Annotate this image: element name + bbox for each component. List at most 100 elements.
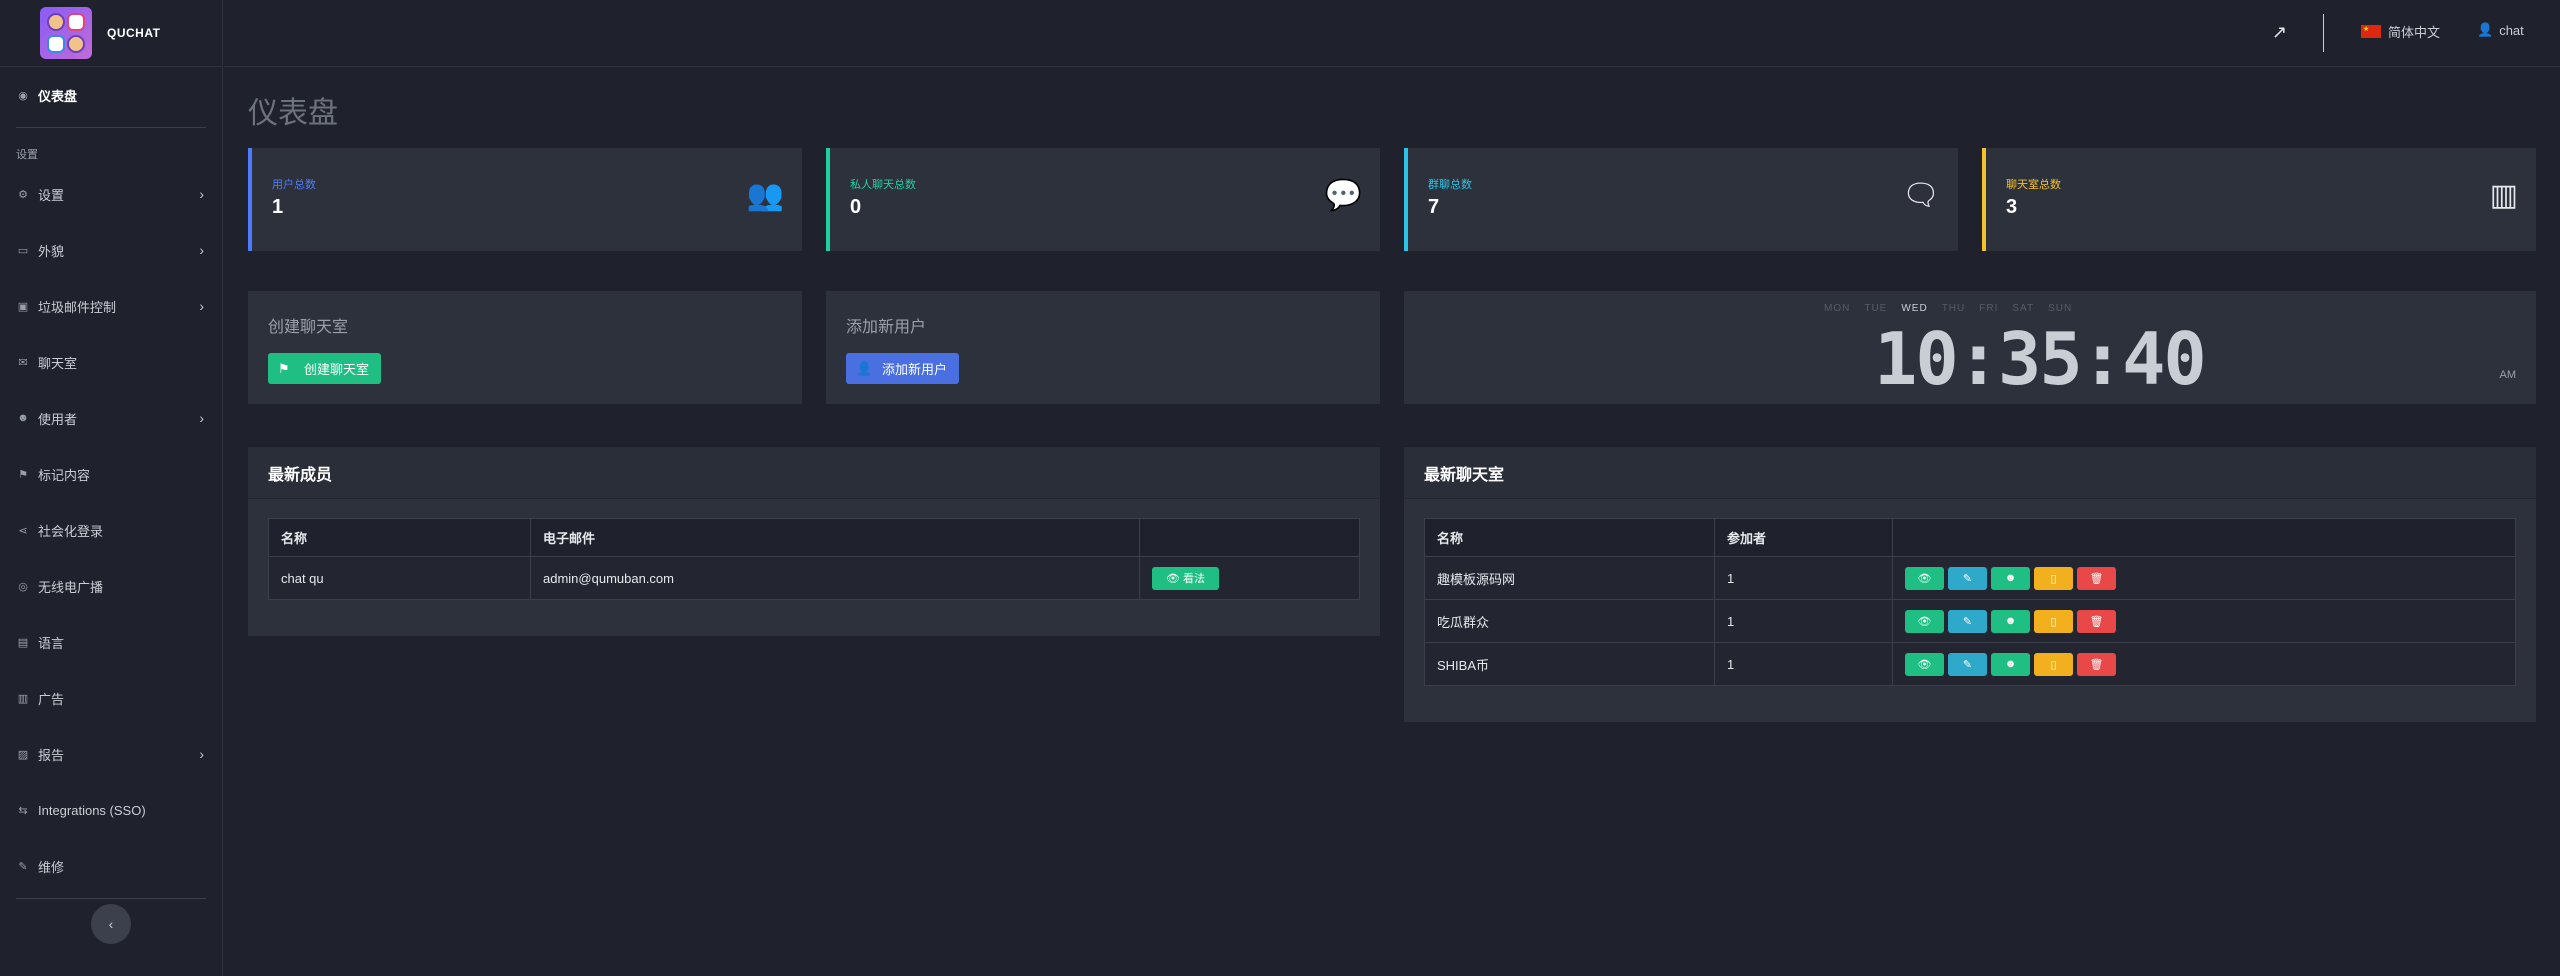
sidebar-item-wrench[interactable]: ✎ 维修 xyxy=(0,838,222,894)
clock-day: WED xyxy=(1901,303,1928,314)
user-icon: 👤 xyxy=(856,361,873,376)
edit-room-button[interactable]: ✎ xyxy=(1948,566,1987,590)
sidebar-item-users[interactable]: ☻ 使用者 › xyxy=(0,390,222,446)
create-room-button[interactable]: ⚑ 创建聊天室 xyxy=(268,353,382,384)
chevron-right-icon: › xyxy=(199,298,204,314)
sidebar-item-share[interactable]: ⋖ 社会化登录 xyxy=(0,502,222,558)
sidebar-item-integrations[interactable]: ⇆ Integrations (SSO) xyxy=(0,782,222,838)
shield-icon: ▣ xyxy=(17,300,29,313)
view-room-button[interactable]: 👁 xyxy=(1905,609,1944,633)
delete-room-button[interactable]: 🗑 xyxy=(2077,566,2116,590)
create-room-button-label: 创建聊天室 xyxy=(304,362,370,377)
room-name: SHIBA币 xyxy=(1424,642,1715,686)
table-row: chat qu admin@qumuban.com 👁 看法 xyxy=(268,556,1360,600)
sidebar-item-language[interactable]: ▤ 语言 xyxy=(0,614,222,670)
edit-room-button[interactable]: ✎ xyxy=(1948,652,1987,676)
room-name: 趣模板源码网 xyxy=(1424,556,1715,600)
user-menu[interactable]: 👤 chat xyxy=(2477,22,2524,38)
sidebar-item-shield[interactable]: ▣ 垃圾邮件控制 › xyxy=(0,278,222,334)
clock-day: SUN xyxy=(2048,303,2073,314)
appearance-icon: ▭ xyxy=(17,244,29,257)
table-row: 吃瓜群众 1 👁 ✎ ☻ ▯ 🗑 xyxy=(1424,599,2516,643)
add-user-card: 添加新用户 👤 添加新用户 xyxy=(826,291,1380,404)
room-users-button[interactable]: ☻ xyxy=(1991,566,2030,590)
sidebar-item-gear[interactable]: ⚙ 设置 › xyxy=(0,166,222,222)
chat-icon: ✉ xyxy=(18,356,28,369)
clear-room-button[interactable]: ▯ xyxy=(2034,566,2073,590)
room-participants: 1 xyxy=(1714,556,1893,600)
chevron-right-icon: › xyxy=(199,746,204,762)
stat-label: 私人聊天总数 xyxy=(850,179,916,191)
brand-name: QUCHAT xyxy=(107,26,161,40)
sidebar: QUCHAT ◉ 仪表盘 设置 ⚙ 设置 › ▭ 外貌 › ▣ 垃圾邮件控制 › ✉ 聊天室 ☻ 使用者 › ⚑ 标… xyxy=(0,0,223,976)
stat-value: 0 xyxy=(850,196,862,218)
comment-icon: 💬 xyxy=(1324,179,1362,212)
sidebar-item-label: 无线电广播 xyxy=(38,579,104,595)
table-row: 趣模板源码网 1 👁 ✎ ☻ ▯ 🗑 xyxy=(1424,556,2516,600)
chart-icon: ▨ xyxy=(17,748,29,761)
add-user-title: 添加新用户 xyxy=(846,319,927,336)
stat-card-private-chats: 私人聊天总数 0 💬 xyxy=(826,148,1380,251)
sidebar-item-chat[interactable]: ✉ 聊天室 xyxy=(0,334,222,390)
delete-room-button[interactable]: 🗑 xyxy=(2077,652,2116,676)
clear-room-button[interactable]: ▯ xyxy=(2034,652,2073,676)
sidebar-item-label: Integrations (SSO) xyxy=(38,802,146,818)
delete-room-button[interactable]: 🗑 xyxy=(2077,609,2116,633)
sidebar-item-label: 外貌 xyxy=(38,243,65,259)
stat-label: 用户总数 xyxy=(272,179,316,191)
sidebar-item-label: 广告 xyxy=(38,691,65,707)
member-name: chat qu xyxy=(268,556,531,600)
flag-icon: ⚑ xyxy=(278,361,290,376)
stat-value: 1 xyxy=(272,196,284,218)
user-icon: 👤 xyxy=(2477,22,2494,37)
sidebar-item-label: 报告 xyxy=(38,747,65,763)
external-link-icon[interactable]: ↗ xyxy=(2272,22,2287,43)
view-room-button[interactable]: 👁 xyxy=(1905,652,1944,676)
edit-room-button[interactable]: ✎ xyxy=(1948,609,1987,633)
sidebar-item-ad[interactable]: ▥ 广告 xyxy=(0,670,222,726)
clear-room-button[interactable]: ▯ xyxy=(2034,609,2073,633)
clock-day: MON xyxy=(1824,303,1851,314)
collapse-sidebar-button[interactable]: ‹ xyxy=(91,904,131,944)
nav-section-label: 设置 xyxy=(16,149,38,161)
flag-icon: ⚑ xyxy=(18,468,28,481)
sidebar-item-label: 标记内容 xyxy=(38,467,91,483)
chevron-left-icon: ‹ xyxy=(108,916,114,932)
room-users-button[interactable]: ☻ xyxy=(1991,609,2030,633)
nav-divider xyxy=(16,898,206,899)
create-room-card: 创建聊天室 ⚑ 创建聊天室 xyxy=(248,291,802,404)
integrations-icon: ⇆ xyxy=(18,804,28,817)
sidebar-nav: ◉ 仪表盘 设置 ⚙ 设置 › ▭ 外貌 › ▣ 垃圾邮件控制 › ✉ 聊天室 ☻ 使用者 › ⚑ 标记内容 ⋖ 社会化… xyxy=(0,67,222,903)
member-actions: 👁 看法 xyxy=(1139,556,1360,600)
dashboard-icon: ◉ xyxy=(18,89,28,102)
latest-members-title: 最新成员 xyxy=(248,447,1380,499)
language-switcher[interactable]: 简体中文 xyxy=(2361,22,2440,41)
brand[interactable]: QUCHAT xyxy=(0,0,222,67)
sidebar-item-appearance[interactable]: ▭ 外貌 › xyxy=(0,222,222,278)
sidebar-item-label: 语言 xyxy=(38,635,65,651)
sidebar-item-flag[interactable]: ⚑ 标记内容 xyxy=(0,446,222,502)
sidebar-item-label: 聊天室 xyxy=(38,355,78,371)
stat-label: 群聊总数 xyxy=(1428,179,1472,191)
chevron-right-icon: › xyxy=(199,186,204,202)
sidebar-item-chart[interactable]: ▨ 报告 › xyxy=(0,726,222,782)
sidebar-item-dashboard[interactable]: ◉ 仪表盘 xyxy=(0,67,222,123)
eraser-icon: ▯ xyxy=(2050,615,2057,628)
comments-icon: 🗨 xyxy=(1901,179,1940,212)
member-email: admin@qumuban.com xyxy=(530,556,1140,600)
sidebar-item-radio[interactable]: ◎ 无线电广播 xyxy=(0,558,222,614)
eye-icon: 👁 xyxy=(1917,572,1932,585)
latest-members-panel: 最新成员 名称 电子邮件 chat qu admin@qumuban.com 👁… xyxy=(248,447,1380,636)
eye-icon: 👁 xyxy=(1166,572,1180,585)
add-user-button[interactable]: 👤 添加新用户 xyxy=(846,353,960,384)
view-member-button[interactable]: 👁 看法 xyxy=(1152,566,1219,590)
room-participants: 1 xyxy=(1714,642,1893,686)
users-icon: 👥 xyxy=(746,179,784,212)
clock-ampm: AM xyxy=(2499,369,2517,381)
column-header: 名称 xyxy=(268,518,531,557)
room-users-button[interactable]: ☻ xyxy=(1991,652,2030,676)
column-header: 电子邮件 xyxy=(530,518,1140,557)
view-room-button[interactable]: 👁 xyxy=(1905,566,1944,590)
chevron-right-icon: › xyxy=(199,410,204,426)
chevron-right-icon: › xyxy=(199,242,204,258)
